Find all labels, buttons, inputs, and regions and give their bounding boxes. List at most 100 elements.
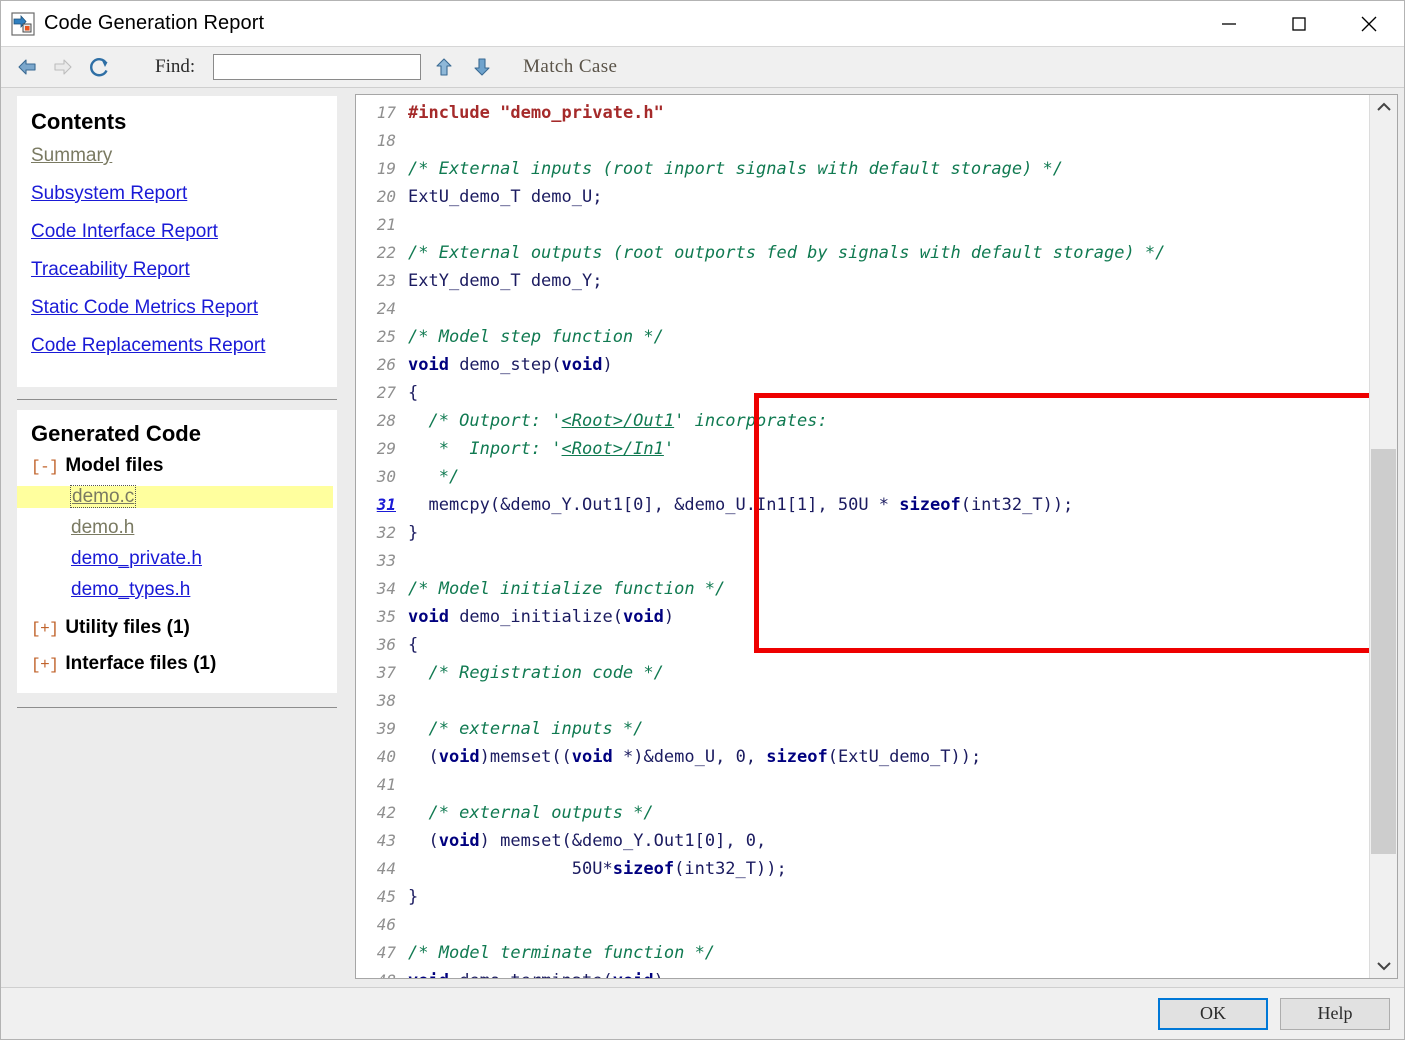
code-line-number: 35 [376,607,396,626]
close-button[interactable] [1334,1,1404,46]
maximize-button[interactable] [1264,1,1334,46]
find-previous-button[interactable] [429,52,459,82]
code-line: 18 [356,127,1369,155]
code-line-number: 45 [376,887,396,906]
code-token: void [571,747,613,767]
code-token: sizeof [612,859,675,879]
code-line: 45} [356,883,1369,911]
generated-code-card: Generated Code [-] Model files demo.c de… [17,410,337,693]
code-token: void [613,971,654,978]
code-token: ) [654,971,664,978]
code-traceability-link[interactable]: <Root>/In1 [562,439,664,459]
scrollbar-track[interactable] [1370,119,1397,954]
code-token: demo_step( [448,355,562,375]
code-token: /* Model terminate function */ [408,943,716,963]
code-line-text: void demo_initialize(void) [408,603,674,631]
expand-toggle-icon[interactable]: [+] [31,620,59,638]
tree-file-label: demo_private.h [71,548,202,569]
code-line: 42 /* external outputs */ [356,799,1369,827]
code-line-text: /* External inputs (root inport signals … [408,155,1063,183]
forward-button[interactable] [49,53,77,81]
sidebar-link-code-interface-report[interactable]: Code Interface Report [31,221,218,243]
scroll-up-button[interactable] [1370,95,1397,119]
search-input[interactable] [213,54,422,80]
expand-toggle-icon[interactable]: [+] [31,656,59,674]
code-line-text: { [408,631,418,659]
code-line: 19 /* External inputs (root inport signal… [356,155,1369,183]
tree-file-label: demo.c [69,485,137,508]
dialog-footer: OK Help [1,987,1404,1039]
tree-file-demo-private-h[interactable]: demo_private.h [17,548,337,570]
code-line: 28 /* Outport: '<Root>/Out1' incorporate… [356,407,1369,435]
help-button[interactable]: Help [1280,997,1390,1030]
code-line-list: 17 #include "demo_private.h" 18 19 /* Extern… [356,95,1369,978]
code-line-number: 21 [376,215,396,234]
tree-group-label: Utility files (1) [65,617,190,638]
code-token: (ExtU_demo_T)); [827,747,982,767]
code-line-text: /* Model step function */ [408,323,664,351]
minimize-button[interactable] [1194,1,1264,46]
code-line-number: 24 [376,299,396,318]
code-line: 32} [356,519,1369,547]
scroll-down-icon [1376,962,1391,971]
sidebar-link-subsystem-report[interactable]: Subsystem Report [31,183,187,205]
code-line: 17 #include "demo_private.h" [356,99,1369,127]
sidebar-link-traceability-report[interactable]: Traceability Report [31,259,190,281]
vertical-scrollbar[interactable] [1369,95,1397,978]
code-token: /* Outport: ' [408,411,562,431]
reload-icon [90,58,108,77]
code-token: ) [602,355,613,375]
reload-button[interactable] [85,53,113,81]
sidebar-link-static-code-metrics-report[interactable]: Static Code Metrics Report [31,297,258,319]
collapse-toggle-icon[interactable]: [-] [31,458,59,476]
code-line-number-link[interactable]: 31 [356,491,408,519]
tree-group-interface-files[interactable]: [+] Interface files (1) [17,653,337,675]
tree-group-model-files[interactable]: [-] Model files [17,455,337,477]
tree-file-label: demo.h [71,517,135,538]
match-case-option[interactable]: Match Case [523,56,617,78]
contents-heading: Contents [31,109,127,134]
code-line: 47 /* Model terminate function */ [356,939,1369,967]
generated-code-tree: [-] Model files demo.c demo.h demo_priva… [17,455,337,693]
code-token: * Inport: ' [408,439,562,459]
tree-file-demo-types-h[interactable]: demo_types.h [17,579,337,601]
tree-file-demo-c[interactable]: demo.c [17,485,333,508]
code-token: } [408,887,419,907]
code-traceability-link[interactable]: <Root>/Out1 [562,411,675,431]
code-line-text: memcpy(&demo_Y.Out1[0], &demo_U.In1[1], … [408,491,1073,519]
code-token: void [561,355,603,375]
code-line-number: 43 [376,831,396,850]
scroll-down-button[interactable] [1370,954,1397,978]
code-line: 43 (void) memset(&demo_Y.Out1[0], 0, [356,827,1369,855]
tree-file-label: demo_types.h [71,579,191,600]
sidebar-bottom-divider [17,707,337,708]
code-line-text: void demo_step(void) [408,351,613,379]
ok-button[interactable]: OK [1158,997,1268,1030]
sidebar-link-summary[interactable]: Summary [31,145,112,167]
main-content-area: Contents Summary Subsystem Report Code I… [1,88,1404,987]
back-button[interactable] [13,53,41,81]
maximize-icon [1292,16,1306,31]
code-token: void [408,355,449,375]
scrollbar-thumb[interactable] [1371,449,1396,854]
code-line-text: #include "demo_private.h" [408,99,664,127]
forward-arrow-icon [54,59,72,75]
code-line-number: 20 [376,187,396,206]
code-line-text: { [408,379,418,407]
code-line-text: /* external inputs */ [408,715,643,743]
code-line-text: void demo_terminate(void) [408,967,664,978]
code-line-text: ExtU_demo_T demo_U; [408,183,602,211]
sidebar-link-code-replacements-report[interactable]: Code Replacements Report [31,335,265,357]
tree-group-utility-files[interactable]: [+] Utility files (1) [17,617,337,639]
code-token: ' [663,439,675,459]
tree-file-demo-h[interactable]: demo.h [17,517,337,539]
find-next-button[interactable] [467,52,497,82]
code-token: ) [663,607,675,627]
code-token: ExtU_demo_T demo_U; [408,187,603,207]
code-token: )memset(( [479,747,572,767]
code-line: 36 { [356,631,1369,659]
code-line-text: } [408,883,418,911]
code-line-text: */ [408,463,459,491]
generated-code-heading: Generated Code [31,421,201,446]
code-token: demo_initialize( [448,607,623,627]
